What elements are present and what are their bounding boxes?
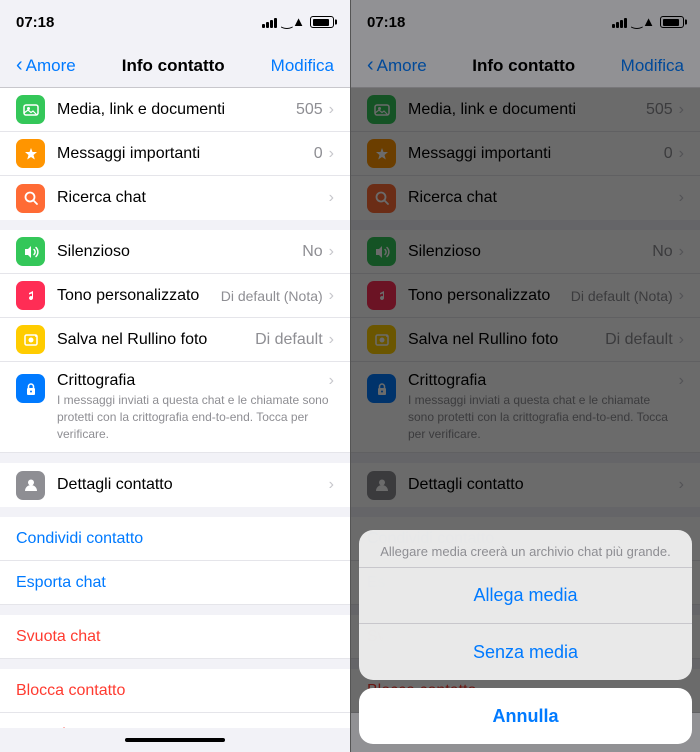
- starred-chevron-left: ›: [329, 145, 334, 163]
- time-left: 07:18: [16, 14, 54, 31]
- media-value-left: 505: [296, 101, 323, 119]
- blue-actions-left: Condividi contatto Esporta chat: [0, 517, 350, 605]
- blocca-row-left[interactable]: Blocca contatto: [0, 669, 350, 713]
- encryption-row-left[interactable]: Crittografia I messaggi inviati a questa…: [0, 362, 350, 453]
- content-left: Media, link e documenti 505 › Messaggi i…: [0, 88, 350, 728]
- condividi-row-left[interactable]: Condividi contatto: [0, 517, 350, 561]
- action-sheet: Allegare media creerà un archivio chat p…: [351, 522, 700, 752]
- starred-value-left: 0: [314, 145, 323, 163]
- encryption-desc-left: I messaggi inviati a questa chat e le ch…: [57, 392, 329, 442]
- media-row-left[interactable]: Media, link e documenti 505 ›: [0, 88, 350, 132]
- condividi-label-left: Condividi contatto: [16, 530, 143, 548]
- save-label-left: Salva nel Rullino foto: [57, 331, 255, 349]
- action-sheet-cancel-group: Annulla: [359, 688, 692, 744]
- tone-icon-left: [16, 281, 45, 310]
- svuota-group-left: Svuota chat: [0, 615, 350, 659]
- media-chevron-left: ›: [329, 101, 334, 119]
- mute-value-left: No: [302, 243, 322, 261]
- right-panel: 07:18 ‿▲ ‹ Amore Info contatto Modifica: [350, 0, 700, 752]
- chevron-left-icon: ‹: [16, 54, 23, 77]
- tone-label-left: Tono personalizzato: [57, 287, 221, 305]
- nav-bar-left: ‹ Amore Info contatto Modifica: [0, 44, 350, 88]
- search-chevron-left: ›: [329, 189, 334, 207]
- tone-row-left[interactable]: Tono personalizzato Di default (Nota) ›: [0, 274, 350, 318]
- save-icon-left: [16, 325, 45, 354]
- encryption-content-left: Crittografia I messaggi inviati a questa…: [57, 372, 329, 442]
- group2-left: Silenzioso No › Tono personalizzato Di d…: [0, 230, 350, 453]
- modifica-button-left[interactable]: Modifica: [271, 56, 334, 76]
- encryption-title-left: Crittografia: [57, 372, 329, 390]
- group3-left: Dettagli contatto ›: [0, 463, 350, 507]
- back-label-left: Amore: [26, 56, 76, 76]
- annulla-button[interactable]: Annulla: [359, 688, 692, 744]
- save-value-left: Di default: [255, 331, 323, 349]
- encryption-chevron-left: ›: [329, 372, 334, 390]
- battery-icon: [310, 16, 334, 28]
- blocca-label-left: Blocca contatto: [16, 682, 125, 700]
- status-icons-left: ‿▲: [262, 14, 334, 30]
- nav-title-left: Info contatto: [122, 56, 225, 76]
- contact-details-label-left: Dettagli contatto: [57, 476, 329, 494]
- mute-label-left: Silenzioso: [57, 243, 302, 261]
- home-bar-left: [125, 738, 225, 742]
- contact-details-chevron-left: ›: [329, 476, 334, 494]
- svuota-row-left[interactable]: Svuota chat: [0, 615, 350, 659]
- home-indicator-left: [0, 728, 350, 752]
- save-row-left[interactable]: Salva nel Rullino foto Di default ›: [0, 318, 350, 362]
- signal-icon: [262, 16, 277, 28]
- wifi-icon: ‿▲: [282, 14, 305, 30]
- contact-icon-left: [16, 471, 45, 500]
- esporta-label-left: Esporta chat: [16, 574, 106, 592]
- media-label-left: Media, link e documenti: [57, 101, 296, 119]
- esporta-row-left[interactable]: Esporta chat: [0, 561, 350, 605]
- star-icon-left: [16, 139, 45, 168]
- contact-details-row-left[interactable]: Dettagli contatto ›: [0, 463, 350, 507]
- starred-row-left[interactable]: Messaggi importanti 0 ›: [0, 132, 350, 176]
- starred-label-left: Messaggi importanti: [57, 145, 314, 163]
- allega-media-button[interactable]: Allega media: [359, 568, 692, 624]
- back-button-left[interactable]: ‹ Amore: [16, 55, 76, 77]
- action-sheet-overlay: Allegare media creerà un archivio chat p…: [351, 0, 700, 752]
- senza-media-button[interactable]: Senza media: [359, 624, 692, 680]
- search-label-left: Ricerca chat: [57, 189, 329, 207]
- lock-icon-left: [16, 374, 45, 403]
- left-panel: 07:18 ‿▲ ‹ Amore Info contatto Modifica: [0, 0, 350, 752]
- save-chevron-left: ›: [329, 331, 334, 349]
- mute-icon-left: [16, 237, 45, 266]
- mute-row-left[interactable]: Silenzioso No ›: [0, 230, 350, 274]
- segnala-row-left[interactable]: Segnala contatto: [0, 713, 350, 728]
- group1-left: Media, link e documenti 505 › Messaggi i…: [0, 88, 350, 220]
- svuota-label-left: Svuota chat: [16, 628, 101, 646]
- action-sheet-main-group: Allegare media creerà un archivio chat p…: [359, 530, 692, 680]
- media-icon-left: [16, 95, 45, 124]
- mute-chevron-left: ›: [329, 243, 334, 261]
- status-bar-left: 07:18 ‿▲: [0, 0, 350, 44]
- search-row-left[interactable]: Ricerca chat ›: [0, 176, 350, 220]
- tone-value-left: Di default (Nota): [221, 288, 323, 304]
- tone-chevron-left: ›: [329, 287, 334, 305]
- search-icon-left: [16, 184, 45, 213]
- blocca-group-left: Blocca contatto Segnala contatto: [0, 669, 350, 728]
- action-sheet-title: Allegare media creerà un archivio chat p…: [359, 530, 692, 568]
